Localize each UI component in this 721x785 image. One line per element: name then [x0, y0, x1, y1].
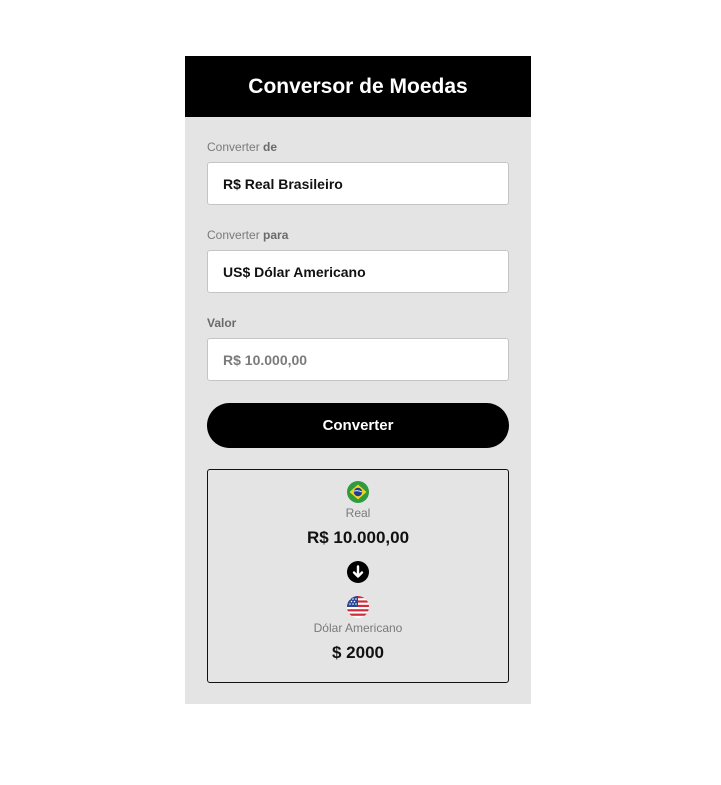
to-currency-label: Converter para: [207, 228, 509, 242]
amount-input-value: R$ 10.000,00: [223, 351, 308, 368]
from-currency-value: R$ Real Brasileiro: [223, 175, 343, 192]
conversion-result-card: Real R$ 10.000,00 Dólar Americano $ 2000: [207, 469, 509, 683]
convert-button[interactable]: Converter: [207, 403, 509, 448]
converter-form: Converter de R$ Real Brasileiro Converte…: [185, 140, 531, 683]
to-label-prefix: Converter: [207, 228, 260, 242]
currency-converter-panel: Conversor de Moedas Converter de R$ Real…: [185, 56, 531, 704]
usa-flag-icon: [347, 596, 369, 618]
to-currency-value: US$ Dólar Americano: [223, 263, 366, 280]
page-title: Conversor de Moedas: [248, 74, 468, 98]
to-currency-select[interactable]: US$ Dólar Americano: [207, 250, 509, 293]
to-label-strong: para: [263, 228, 289, 242]
from-currency-select[interactable]: R$ Real Brasileiro: [207, 162, 509, 205]
arrow-down-icon: [347, 561, 369, 583]
brazil-flag-icon: [347, 481, 369, 503]
amount-input[interactable]: R$ 10.000,00: [207, 338, 509, 381]
source-currency-name: Real: [345, 506, 371, 520]
from-label-strong: de: [263, 140, 278, 154]
from-label-prefix: Converter: [207, 140, 260, 154]
target-currency-amount: $ 2000: [332, 643, 384, 662]
from-currency-label: Converter de: [207, 140, 509, 154]
amount-label: Valor: [207, 316, 237, 330]
app-header: Conversor de Moedas: [185, 56, 531, 117]
source-currency-amount: R$ 10.000,00: [306, 528, 410, 547]
target-currency-name: Dólar Americano: [313, 621, 403, 635]
convert-button-label: Converter: [322, 417, 394, 434]
